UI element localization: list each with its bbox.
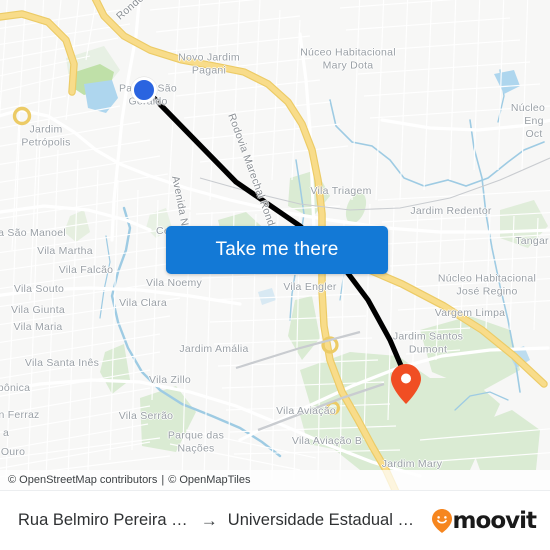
moovit-logo[interactable]: moovit [431, 507, 537, 534]
attribution-separator: | [161, 474, 165, 486]
origin-marker[interactable] [131, 77, 157, 103]
trip-footer: Rua Belmiro Pereira Q... → Universidade … [0, 490, 550, 550]
map-pin-icon [391, 364, 421, 404]
moovit-wordmark: moovit [452, 507, 537, 534]
destination-marker[interactable] [391, 364, 421, 404]
arrow-right-icon: → [200, 511, 218, 530]
moovit-map-screen: Rondon Novo Jardim Pagani Núceo Habitacion… [0, 0, 550, 550]
trip-destination-label[interactable]: Universidade Estadual Pa... [228, 511, 424, 530]
attribution-openmaptiles[interactable]: © OpenMapTiles [168, 474, 250, 486]
map-attribution: © OpenStreetMap contributors | © OpenMap… [0, 470, 550, 490]
attribution-osm[interactable]: © OpenStreetMap contributors [8, 474, 157, 486]
trip-summary: Rua Belmiro Pereira Q... → Universidade … [18, 511, 424, 530]
trip-origin-label[interactable]: Rua Belmiro Pereira Q... [18, 511, 191, 530]
moovit-pin-icon [431, 508, 452, 533]
take-me-there-button[interactable]: Take me there [166, 226, 388, 274]
map-canvas[interactable]: Rondon Novo Jardim Pagani Núceo Habitacion… [0, 0, 550, 490]
